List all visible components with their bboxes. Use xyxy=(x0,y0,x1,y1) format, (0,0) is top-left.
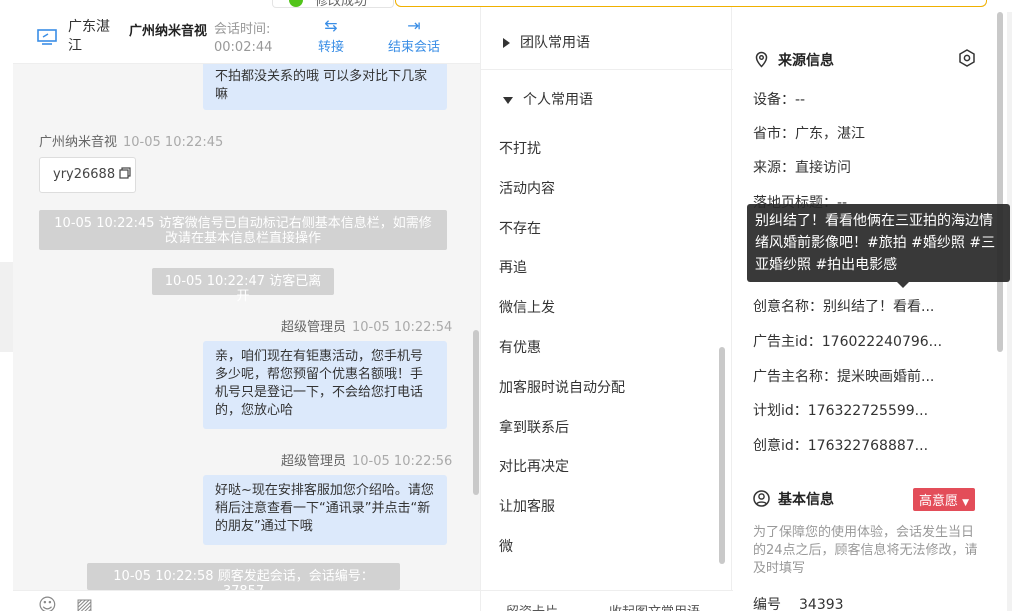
top-frame xyxy=(395,0,987,7)
caret-right-icon xyxy=(503,38,510,48)
phrase-item[interactable]: 不打扰 xyxy=(499,138,541,158)
phrase-group-label: 团队常用语 xyxy=(520,35,590,51)
sender-name: 广州纳米音视 xyxy=(39,135,118,150)
success-icon xyxy=(289,0,303,7)
sender-name: 超级管理员 xyxy=(281,454,347,469)
transfer-button[interactable]: ⇆ 转接 xyxy=(318,16,344,55)
plan-id-row[interactable]: 计划id：176322725599... xyxy=(753,400,928,420)
collapse-phrases-button[interactable]: 收起图文常用语 xyxy=(609,601,700,611)
info-panel: 来源信息 设备：-- 省市：广东，湛江 来源：直接访问 落地页标题：-- 创意名… xyxy=(733,0,1012,611)
advertiser-id-row[interactable]: 广告主id：176022240796... xyxy=(753,331,942,351)
message-meta: 超级管理员 10-05 10:22:56 xyxy=(281,450,452,469)
visitor-location: 广东湛江 xyxy=(68,19,110,54)
caret-down-icon xyxy=(503,96,513,104)
phrase-item[interactable]: 活动内容 xyxy=(499,178,555,198)
source-info-title: 来源信息 xyxy=(753,50,834,70)
phrases-toolbar: 留资卡片 收起图文常用语 xyxy=(481,590,733,611)
location-pin-icon xyxy=(755,51,768,68)
phrase-item[interactable]: 拿到联系后 xyxy=(499,417,569,437)
app-root: 不拍都没关系的哦 可以多对比下几家嘛 广州纳米音视 10-05 10:22:45 … xyxy=(0,0,1012,611)
system-message: 10-05 10:22:45 访客微信号已自动标记右侧基本信息栏，如需修改请在基… xyxy=(39,210,447,250)
edit-notice: 为了保障您的使用体验，会话发生当日的24点之后，顾客信息将无法修改，请及时填写 xyxy=(753,525,978,576)
chat-panel: 不拍都没关系的哦 可以多对比下几家嘛 广州纳米音视 10-05 10:22:45 … xyxy=(13,0,480,611)
basic-info-title: 基本信息 xyxy=(753,489,834,509)
divider xyxy=(481,69,733,70)
info-scroll-track xyxy=(1007,12,1012,611)
background-strip xyxy=(0,0,13,611)
exit-icon: ⇥ xyxy=(407,16,421,35)
number-label: 编号 xyxy=(753,597,781,611)
creative-name-row[interactable]: 创意名称：别纠结了！看看... xyxy=(753,296,934,316)
copy-icon[interactable] xyxy=(119,167,131,179)
creative-id-row[interactable]: 创意id：176322768887... xyxy=(753,435,928,455)
success-toast: 修改成功 xyxy=(272,0,394,8)
city-row: 省市：广东，湛江 xyxy=(753,126,865,142)
phrases-scrollbar[interactable] xyxy=(719,347,725,564)
message-meta: 超级管理员 10-05 10:22:54 xyxy=(281,316,452,335)
background-panel xyxy=(0,262,13,352)
phrase-item[interactable]: 再追 xyxy=(499,257,527,277)
monitor-icon xyxy=(37,29,57,45)
sender-name: 超级管理员 xyxy=(281,320,347,335)
source-row: 来源：直接访问 xyxy=(753,160,851,176)
end-session-button[interactable]: ⇥ 结束会话 xyxy=(388,16,440,55)
creative-name-tooltip: 别纠结了！看看他俩在三亚拍的海边情绪风婚前影像吧！#旅拍 #婚纱照 #三亚婚纱照… xyxy=(747,204,1010,288)
message-text: 好哒~现在安排客服加您介绍哈。请您稍后注意查看一下“通讯录”并点击“新的朋友”通… xyxy=(215,483,434,534)
system-message-text: 10-05 10:22:45 访客微信号已自动标记右侧基本信息栏，如需修改请在基… xyxy=(54,216,432,246)
phrase-group-label: 个人常用语 xyxy=(523,92,593,108)
number-row: 编号 34393 xyxy=(753,594,844,611)
message-time: 10-05 10:22:45 xyxy=(123,135,224,150)
phrase-item[interactable]: 微 xyxy=(499,536,513,556)
message-meta: 广州纳米音视 10-05 10:22:45 xyxy=(39,131,223,150)
transfer-label: 转接 xyxy=(318,40,345,55)
image-icon[interactable]: ▨ xyxy=(76,597,96,611)
end-session-label: 结束会话 xyxy=(388,40,441,55)
chat-message-bubble: 亲，咱们现在有钜惠活动，您手机号多少呢，帮您预留个优惠名额哦！手机号只是登记一下… xyxy=(203,341,447,429)
system-message: 10-05 10:22:58 顾客发起会话，会话编号：37857 xyxy=(87,563,400,599)
phrase-item[interactable]: 对比再决定 xyxy=(499,456,569,476)
caret-down-icon: ▼ xyxy=(962,498,970,508)
message-text: 亲，咱们现在有钜惠活动，您手机号多少呢，帮您预留个优惠名额哦！手机号只是登记一下… xyxy=(215,349,424,418)
session-duration: 00:02:44 xyxy=(214,40,273,55)
wechat-id-box[interactable]: yry26688 xyxy=(39,157,136,193)
chat-message-bubble: 好哒~现在安排客服加您介绍哈。请您稍后注意查看一下“通讯录”并点击“新的朋友”通… xyxy=(203,475,447,545)
company-name: 广州纳米音视 xyxy=(129,24,208,39)
phrase-item[interactable]: 不存在 xyxy=(499,218,541,238)
intent-badge-label: 高意愿 xyxy=(919,494,959,509)
wechat-id-text: yry26688 xyxy=(53,167,116,182)
chat-toolbar: ☺ ▨ xyxy=(13,590,480,611)
phrases-panel: 团队常用语 个人常用语 不打扰 活动内容 不存在 再追 微信上发 有优惠 加客服… xyxy=(480,0,733,611)
advertiser-name-row[interactable]: 广告主名称：提米映画婚前... xyxy=(753,366,934,386)
phrase-item[interactable]: 让加客服 xyxy=(499,496,555,516)
toast-text: 修改成功 xyxy=(315,0,368,8)
message-time: 10-05 10:22:54 xyxy=(352,320,453,335)
device-row: 设备：-- xyxy=(753,92,806,108)
intent-badge[interactable]: 高意愿 ▼ xyxy=(913,488,976,511)
chat-header: 广东湛江 广州纳米音视 会话时间: 00:02:44 ⇆ 转接 ⇥ 结束会话 xyxy=(13,0,480,64)
lead-card-button[interactable]: 留资卡片 xyxy=(506,601,558,611)
session-time-label: 会话时间: xyxy=(214,22,271,37)
section-title-text: 基本信息 xyxy=(778,492,834,508)
user-circle-icon xyxy=(753,490,770,507)
phrase-item[interactable]: 有优惠 xyxy=(499,337,541,357)
section-title-text: 来源信息 xyxy=(778,53,834,69)
info-scrollbar[interactable] xyxy=(997,12,1003,352)
system-message-text: 10-05 10:22:47 访客已离开 xyxy=(164,274,322,304)
emoji-icon[interactable]: ☺ xyxy=(38,597,58,611)
phrase-item[interactable]: 微信上发 xyxy=(499,297,555,317)
chat-scrollbar[interactable] xyxy=(473,330,479,495)
message-text: 不拍都没关系的哦 可以多对比下几家嘛 xyxy=(215,69,428,102)
phrase-group-team[interactable]: 团队常用语 xyxy=(503,32,590,52)
chat-message-bubble: 不拍都没关系的哦 可以多对比下几家嘛 xyxy=(203,56,447,110)
phrase-item[interactable]: 加客服时说自动分配 xyxy=(499,377,625,397)
phrase-group-personal[interactable]: 个人常用语 xyxy=(503,89,593,109)
number-value: 34393 xyxy=(799,597,844,611)
settings-icon[interactable] xyxy=(957,48,977,68)
system-message: 10-05 10:22:47 访客已离开 xyxy=(152,268,334,304)
message-time: 10-05 10:22:56 xyxy=(352,454,453,469)
transfer-icon: ⇆ xyxy=(324,16,338,35)
